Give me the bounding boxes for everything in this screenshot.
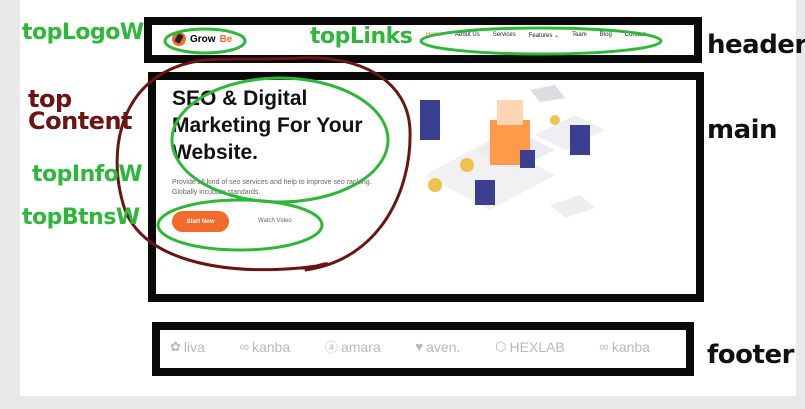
nav-team[interactable]: Team — [572, 32, 587, 39]
circle-a-icon: ⓐ — [324, 340, 338, 355]
brand-logo: ⬡ HEXLAB — [495, 338, 565, 355]
logo-text-suffix: Be — [219, 33, 233, 45]
brand-logo: ⓐ amara — [324, 338, 381, 356]
hexagon-icon: ⬡ — [495, 338, 507, 354]
watch-video-button[interactable]: Watch Video — [258, 218, 292, 224]
nav-contact[interactable]: Contact — [625, 32, 646, 39]
annotation-top-links: topLinks — [310, 24, 413, 49]
nav-blog[interactable]: Blog — [600, 32, 612, 39]
rocket-icon — [172, 32, 186, 46]
nav-features[interactable]: Features ⌄ — [529, 32, 559, 39]
nav-home[interactable]: Home — [426, 32, 442, 39]
annotation-top-content: top Content — [28, 85, 133, 135]
heart-icon: ♥ — [415, 339, 424, 354]
nav-about[interactable]: About Us — [455, 32, 480, 39]
annotation-top-btns: topBtnsW — [22, 205, 140, 230]
brand-logo: ✿ liva — [170, 338, 205, 355]
hero-description: Provide all kind of seo services and hel… — [172, 179, 372, 196]
brand-logo: ∞ kanba — [599, 338, 650, 355]
hero-title: SEO & Digital Marketing For Your Website… — [172, 87, 363, 164]
brand-strip: ✿ liva ∞ kanba ⓐ amara ♥ aven. ⬡ HEXLAB ∞ kanb… — [170, 337, 650, 356]
top-nav: Home About Us Services Features ⌄ Team B… — [426, 32, 645, 39]
brand-logo: ♥ aven. — [415, 338, 461, 355]
annotation-top-logo: topLogoW — [22, 20, 144, 45]
brand-logo: ∞ kanba — [239, 338, 291, 355]
annotation-main: main — [707, 115, 778, 145]
hero-illustration — [420, 85, 605, 218]
annotation-footer: footer — [707, 340, 794, 370]
start-now-button[interactable]: Start Now — [172, 211, 229, 232]
logo-text-prefix: Grow — [190, 33, 216, 45]
infinity-icon: ∞ — [239, 339, 249, 354]
logo[interactable]: Grow Be — [172, 32, 232, 46]
annotation-header: header — [707, 30, 805, 60]
nav-services[interactable]: Services — [493, 32, 516, 39]
header: Grow Be Home About Us Services Features ⌄… — [158, 26, 693, 56]
cluster-icon: ✿ — [170, 338, 181, 354]
infinity-icon: ∞ — [599, 339, 609, 354]
annotation-top-info: topInfoW — [32, 162, 143, 187]
